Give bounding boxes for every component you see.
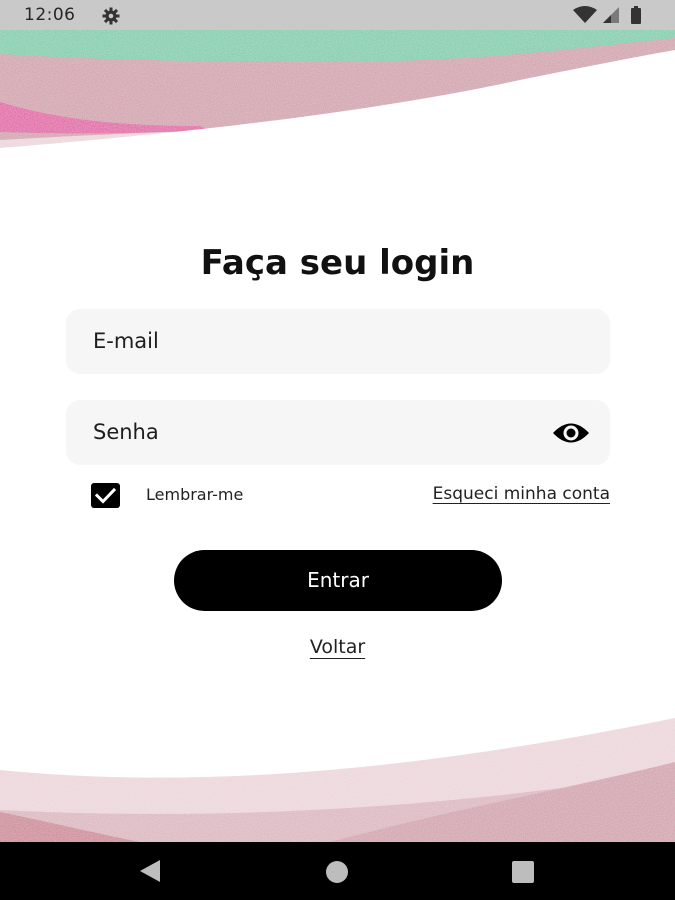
email-placeholder: E-mail (93, 329, 159, 353)
status-icons (573, 6, 641, 24)
remember-me-checkbox[interactable] (91, 483, 120, 508)
status-bar: 12:06 (0, 0, 675, 30)
status-time: 12:06 (24, 5, 76, 25)
password-placeholder: Senha (93, 420, 159, 444)
settings-gear-icon (102, 7, 120, 25)
page-title: Faça seu login (200, 243, 475, 283)
back-triangle-icon[interactable] (138, 859, 162, 883)
show-password-eye-icon[interactable] (552, 420, 590, 446)
bottom-wave-decoration (0, 718, 675, 842)
checkmark-icon (94, 487, 117, 504)
battery-icon (631, 6, 641, 24)
password-field[interactable]: Senha (66, 400, 610, 465)
back-link[interactable]: Voltar (310, 636, 365, 658)
email-field[interactable]: E-mail (66, 309, 610, 374)
home-circle-icon[interactable] (325, 860, 349, 884)
back-link-row: Voltar (0, 636, 675, 658)
recents-square-icon[interactable] (511, 860, 535, 884)
system-nav-bar (0, 842, 675, 900)
login-screen: 12:06 Faça seu login E-mail Senha Lembra… (0, 0, 675, 900)
remember-me-label[interactable]: Lembrar-me (146, 485, 243, 504)
wifi-icon (573, 6, 597, 23)
forgot-account-link[interactable]: Esqueci minha conta (433, 484, 610, 504)
top-wave-decoration (0, 30, 675, 160)
login-button[interactable]: Entrar (174, 550, 502, 611)
